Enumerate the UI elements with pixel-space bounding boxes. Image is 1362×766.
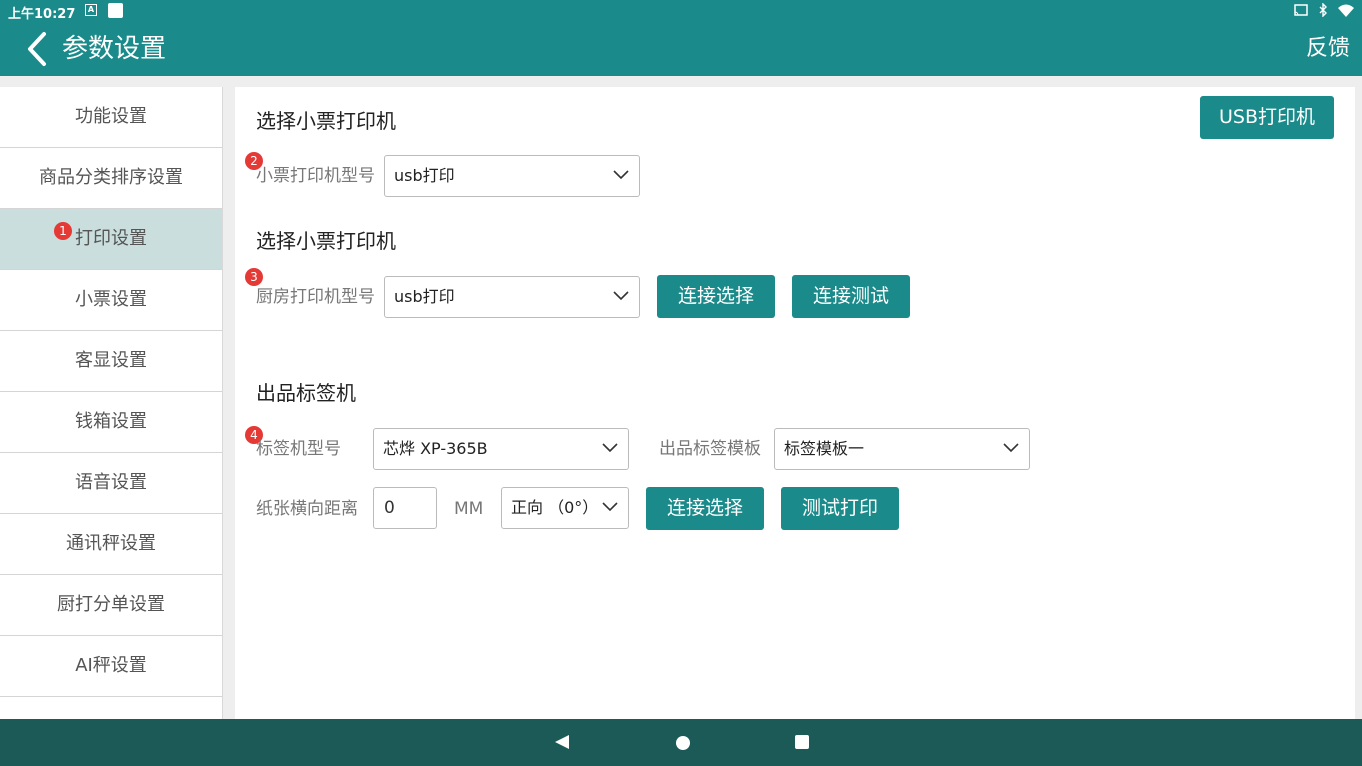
- step-badge: 1: [54, 222, 72, 240]
- sidebar-item-label: AI秤设置: [75, 655, 147, 676]
- notification-icon: [108, 3, 123, 18]
- direction-select[interactable]: 正向 （0°）: [501, 487, 629, 529]
- label-template-select[interactable]: 标签模板一: [774, 428, 1030, 470]
- sidebar-item-ai-scale[interactable]: AI秤设置: [0, 636, 222, 697]
- chevron-down-icon: [613, 170, 629, 180]
- sidebar-item-label: 厨打分单设置: [57, 594, 165, 615]
- kitchen-connect-button[interactable]: 连接选择: [657, 275, 775, 318]
- sidebar-item-kitchen-split[interactable]: 厨打分单设置: [0, 575, 222, 636]
- chevron-down-icon: [613, 291, 629, 301]
- kitchen-model-label: 厨房打印机型号: [256, 287, 375, 307]
- sidebar-item-function[interactable]: 功能设置: [0, 87, 222, 148]
- sidebar-item-scale[interactable]: 通讯秤设置: [0, 514, 222, 575]
- sidebar-item-label: 小票设置: [75, 289, 147, 310]
- select-value: 正向 （0°）: [511, 498, 599, 517]
- label-model-label: 标签机型号: [256, 439, 341, 459]
- cast-icon: [1294, 4, 1308, 16]
- paper-distance-label: 纸张横向距离: [256, 499, 358, 519]
- print-settings-panel: USB打印机 选择小票打印机 2 小票打印机型号 usb打印 选择小票打印机 3…: [235, 87, 1355, 719]
- label-template-label: 出品标签模板: [659, 439, 761, 459]
- kitchen-model-select[interactable]: usb打印: [384, 276, 640, 318]
- select-value: 芯烨 XP-365B: [383, 439, 488, 458]
- sidebar-item-label: 功能设置: [75, 106, 147, 127]
- sidebar-item-label: 钱箱设置: [75, 411, 147, 432]
- sidebar-item-label: 商品分类排序设置: [39, 167, 183, 188]
- nav-home-icon[interactable]: [676, 736, 690, 750]
- sidebar-item-category-sort[interactable]: 商品分类排序设置: [0, 148, 222, 209]
- app-bar: 上午10:27 A 参数设置 反馈: [0, 0, 1362, 76]
- system-nav-bar: [0, 719, 1362, 766]
- keyboard-a-icon: A: [85, 4, 97, 16]
- receipt-model-select[interactable]: usb打印: [384, 155, 640, 197]
- wifi-icon: [1338, 4, 1354, 17]
- status-time: 上午10:27: [8, 7, 76, 22]
- status-bar: 上午10:27 A: [0, 0, 1362, 22]
- label-test-print-button[interactable]: 测试打印: [781, 487, 899, 530]
- kitchen-section-title: 选择小票打印机: [256, 229, 396, 253]
- sidebar-item-voice[interactable]: 语音设置: [0, 453, 222, 514]
- select-value: 标签模板一: [784, 439, 865, 458]
- receipt-model-label: 小票打印机型号: [256, 166, 375, 186]
- sidebar-item-label: 通讯秤设置: [66, 533, 156, 554]
- settings-sidebar: 功能设置 商品分类排序设置 1 打印设置 小票设置 客显设置 钱箱设置 语音设置…: [0, 87, 223, 719]
- status-icons: [1294, 3, 1354, 17]
- back-arrow-icon[interactable]: [22, 30, 52, 68]
- chevron-down-icon: [1003, 443, 1019, 453]
- label-model-select[interactable]: 芯烨 XP-365B: [373, 428, 629, 470]
- sidebar-item-customer-display[interactable]: 客显设置: [0, 331, 222, 392]
- sidebar-item-label: 语音设置: [75, 472, 147, 493]
- select-value: usb打印: [394, 287, 455, 306]
- sidebar-item-label: 客显设置: [75, 350, 147, 371]
- usb-printer-button[interactable]: USB打印机: [1200, 96, 1334, 139]
- sidebar-item-receipt[interactable]: 小票设置: [0, 270, 222, 331]
- kitchen-test-button[interactable]: 连接测试: [792, 275, 910, 318]
- paper-distance-input[interactable]: 0: [373, 487, 437, 529]
- bluetooth-icon: [1319, 3, 1327, 17]
- label-section-title: 出品标签机: [256, 381, 356, 405]
- receipt-section-title: 选择小票打印机: [256, 109, 396, 133]
- nav-back-icon[interactable]: [554, 734, 570, 750]
- sidebar-item-cash-drawer[interactable]: 钱箱设置: [0, 392, 222, 453]
- page-title: 参数设置: [62, 34, 167, 64]
- chevron-down-icon: [602, 443, 618, 453]
- chevron-down-icon: [602, 502, 618, 512]
- nav-recents-icon[interactable]: [795, 735, 809, 749]
- label-connect-button[interactable]: 连接选择: [646, 487, 764, 530]
- feedback-button[interactable]: 反馈: [1306, 30, 1350, 68]
- unit-label: MM: [454, 499, 484, 519]
- sidebar-item-print[interactable]: 1 打印设置: [0, 209, 222, 270]
- select-value: usb打印: [394, 166, 455, 185]
- sidebar-item-label: 打印设置: [75, 228, 147, 249]
